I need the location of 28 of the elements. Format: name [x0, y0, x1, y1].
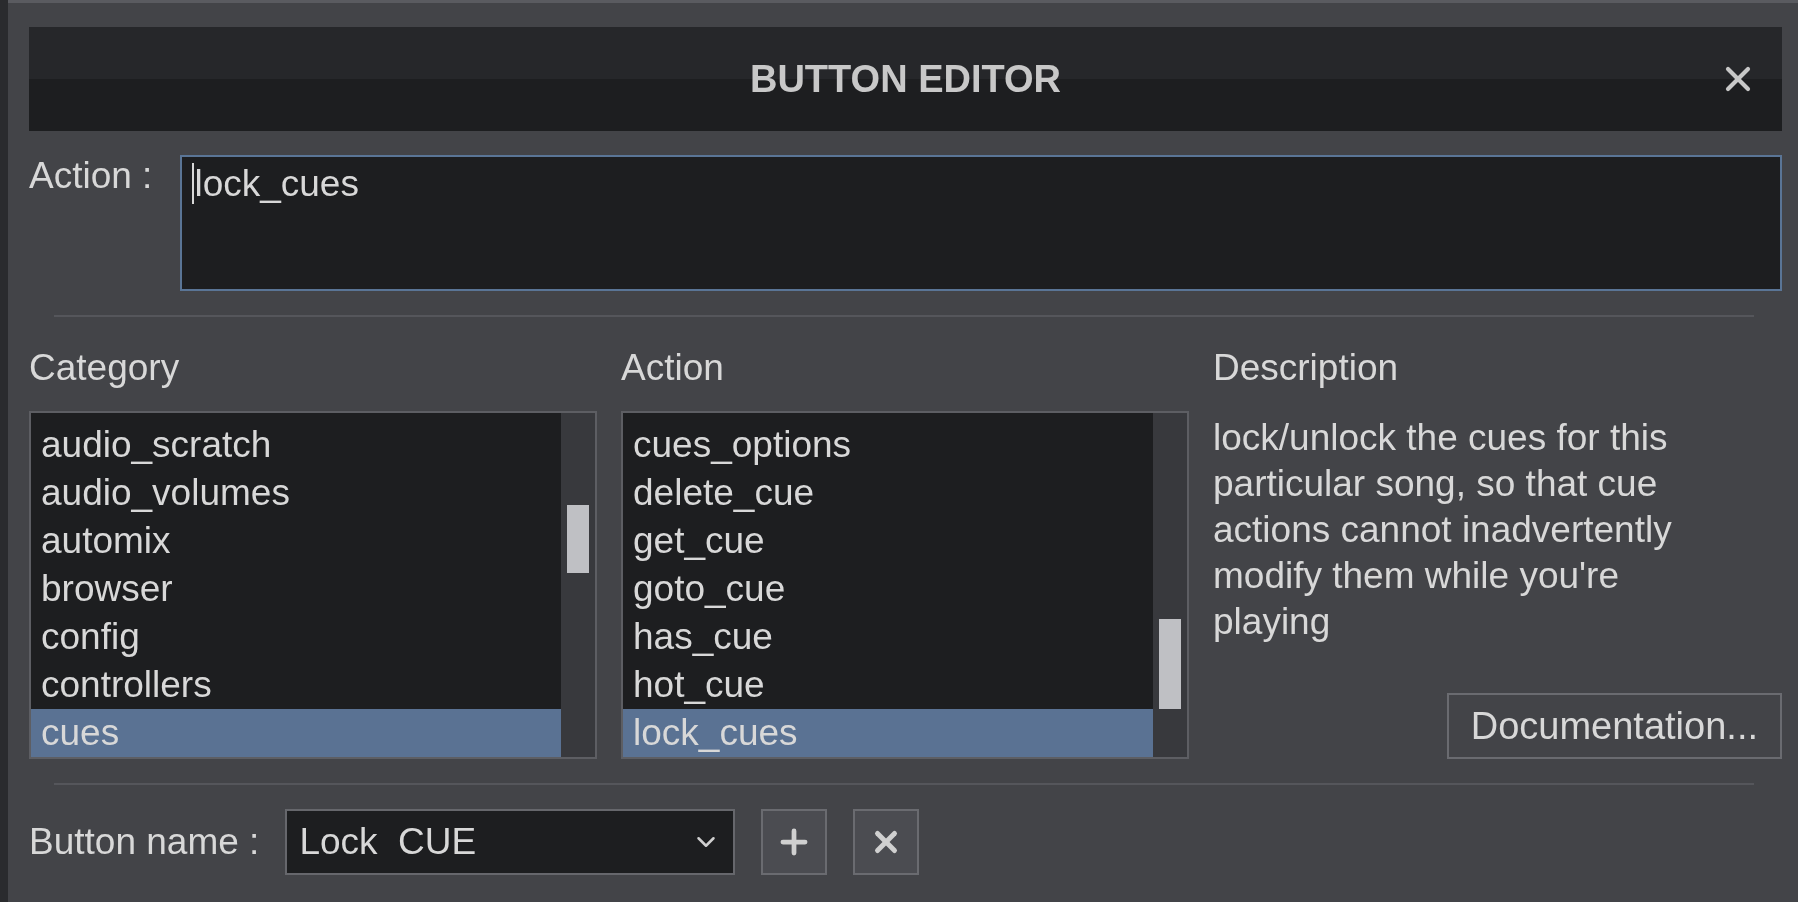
- scrollbar-thumb[interactable]: [1159, 619, 1181, 709]
- description-text: lock/unlock the cues for this particular song, so that cue actions cannot inadvertently modify them while you're playing: [1213, 416, 1673, 644]
- list-item[interactable]: has_cue: [623, 613, 1153, 661]
- list-item[interactable]: delete_cue: [623, 469, 1153, 517]
- delete-button[interactable]: [853, 809, 920, 875]
- documentation-button[interactable]: Documentation...: [1446, 693, 1782, 759]
- button-name-dropdown[interactable]: Lock CUE: [285, 809, 736, 875]
- list-item[interactable]: browser: [31, 565, 561, 613]
- list-item[interactable]: get_cue: [623, 517, 1153, 565]
- action-input-field[interactable]: lock_cues: [180, 155, 1782, 291]
- field-label: Button name :: [29, 821, 260, 863]
- list-item[interactable]: audio_volumes: [31, 469, 561, 517]
- list-item[interactable]: cues_options: [623, 421, 1153, 469]
- list-item[interactable]: goto_cue: [623, 565, 1153, 613]
- list-item[interactable]: controllers: [31, 661, 561, 709]
- column-heading: Action: [621, 347, 725, 389]
- dialog-title: BUTTON EDITOR: [749, 57, 1062, 101]
- list-item[interactable]: config: [31, 613, 561, 661]
- scrollbar-thumb[interactable]: [567, 505, 589, 573]
- list-item[interactable]: automix: [31, 517, 561, 565]
- add-button[interactable]: [761, 809, 828, 875]
- list-item[interactable]: hot_cue: [623, 661, 1153, 709]
- column-heading: Category: [29, 347, 181, 389]
- column-heading: Description: [1213, 347, 1400, 389]
- field-label: Action :: [29, 155, 153, 198]
- list-box[interactable]: audio_scratch audio_volumes automix browser config controllers cues: [29, 411, 597, 759]
- list-box[interactable]: cues_options delete_cue get_cue goto_cue has_cue hot_cue lock_cues: [621, 411, 1189, 759]
- list-item[interactable]: audio_scratch: [31, 421, 561, 469]
